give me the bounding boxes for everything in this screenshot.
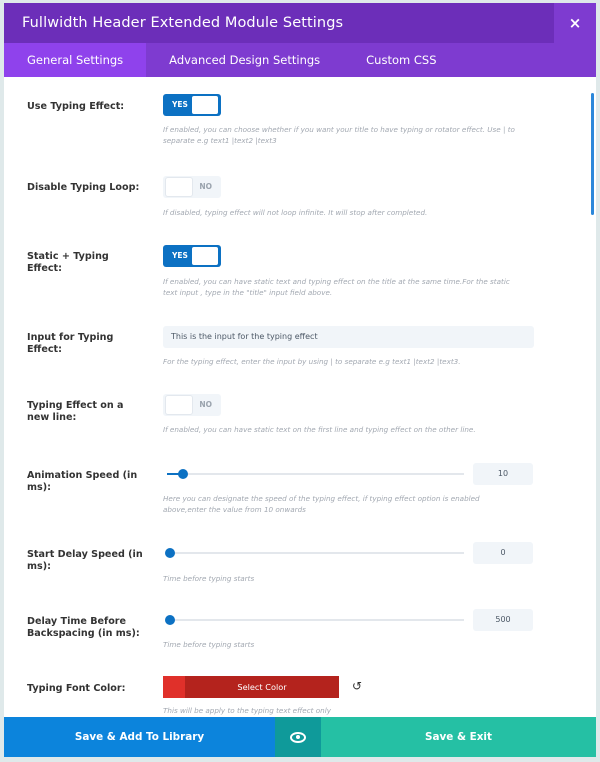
setting-description: Time before typing starts <box>163 640 255 649</box>
animation-speed-value[interactable]: 10 <box>473 463 533 485</box>
tab-general-settings[interactable]: General Settings <box>4 43 147 77</box>
tab-advanced-design-settings[interactable]: Advanced Design Settings <box>146 43 343 77</box>
setting-label: Start Delay Speed (in ms): <box>27 549 143 572</box>
toggle-knob <box>166 396 192 414</box>
static-typing-toggle[interactable]: YES <box>163 245 221 267</box>
setting-label: Use Typing Effect: <box>27 101 125 112</box>
setting-label: Input for Typing Effect: <box>27 332 114 355</box>
typing-input-field[interactable]: This is the input for the typing effect <box>163 326 534 348</box>
setting-label: Delay Time Before Backspacing (in ms): <box>27 616 140 639</box>
setting-description: If enabled, you can choose whether if yo… <box>163 125 515 145</box>
settings-modal: Fullwidth Header Extended Module Setting… <box>4 3 596 757</box>
toggle-knob <box>192 247 218 265</box>
setting-description: Time before typing starts <box>163 574 255 583</box>
toggle-state: YES <box>172 251 188 260</box>
slider-handle[interactable] <box>178 469 188 479</box>
settings-body: Use Typing Effect: YES If enabled, you c… <box>4 77 596 720</box>
animation-speed-slider[interactable] <box>167 469 464 479</box>
setting-description: If disabled, typing effect will not loop… <box>163 208 428 217</box>
slider-handle[interactable] <box>165 548 175 558</box>
setting-label: Static + Typing Effect: <box>27 251 109 274</box>
save-exit-button[interactable]: Save & Exit <box>321 717 596 757</box>
modal-footer: Save & Add To Library Save & Exit <box>4 717 596 757</box>
toggle-knob <box>166 178 192 196</box>
delay-backspacing-slider[interactable] <box>165 615 464 625</box>
new-line-toggle[interactable]: NO <box>163 394 221 416</box>
start-delay-value[interactable]: 0 <box>473 542 533 564</box>
setting-description: For the typing effect, enter the input b… <box>163 357 461 366</box>
start-delay-slider[interactable] <box>165 548 464 558</box>
close-icon[interactable]: × <box>554 3 596 43</box>
setting-description: This will be apply to the typing text ef… <box>163 706 331 715</box>
delay-backspacing-value[interactable]: 500 <box>473 609 533 631</box>
tab-custom-css[interactable]: Custom CSS <box>343 43 459 77</box>
select-color-button[interactable]: Select Color <box>163 676 339 698</box>
setting-label: Typing Effect on a new line: <box>27 400 124 423</box>
modal-header: Fullwidth Header Extended Module Setting… <box>4 3 596 43</box>
reset-icon[interactable]: ↺ <box>352 679 362 693</box>
typing-effect-toggle[interactable]: YES <box>163 94 221 116</box>
setting-label: Typing Font Color: <box>27 683 126 694</box>
scrollbar[interactable] <box>591 93 594 215</box>
setting-label: Disable Typing Loop: <box>27 182 140 193</box>
color-swatch <box>163 676 185 698</box>
toggle-knob <box>192 96 218 114</box>
setting-description: Here you can designate the speed of the … <box>163 494 480 514</box>
toggle-state: NO <box>199 182 212 191</box>
setting-label: Animation Speed (in ms): <box>27 470 138 493</box>
toggle-state: NO <box>199 400 212 409</box>
setting-description: If enabled, you can have static text on … <box>163 425 476 434</box>
select-color-label: Select Color <box>237 682 287 692</box>
eye-icon <box>290 731 306 743</box>
tab-bar: General Settings Advanced Design Setting… <box>4 43 596 77</box>
save-add-to-library-button[interactable]: Save & Add To Library <box>4 717 275 757</box>
slider-handle[interactable] <box>165 615 175 625</box>
toggle-state: YES <box>172 100 188 109</box>
setting-description: If enabled, you can have static text and… <box>163 277 510 297</box>
disable-loop-toggle[interactable]: NO <box>163 176 221 198</box>
preview-button[interactable] <box>275 717 321 757</box>
modal-title: Fullwidth Header Extended Module Setting… <box>22 15 344 31</box>
